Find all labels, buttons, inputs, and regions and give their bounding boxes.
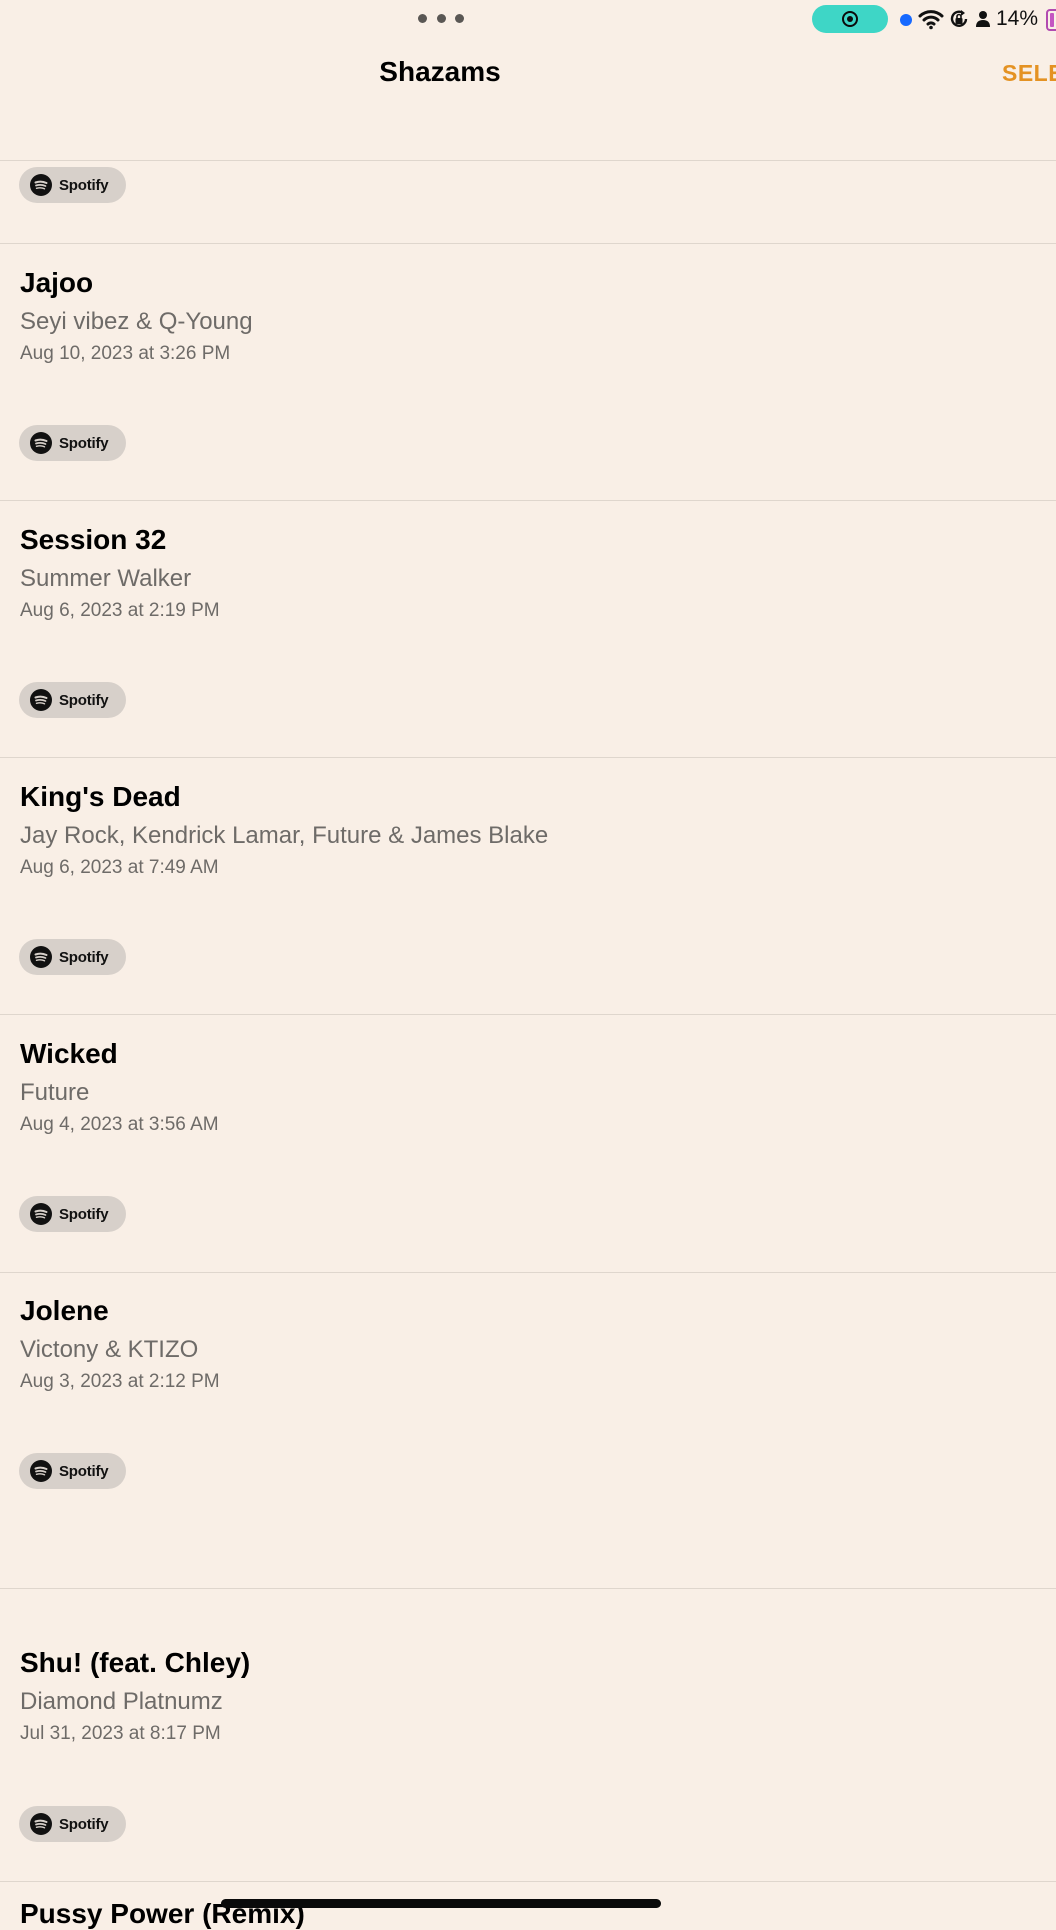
song-title[interactable]: Jajoo: [20, 267, 93, 299]
song-date: Aug 6, 2023 at 2:19 PM: [20, 600, 220, 621]
song-artist: Victony & KTIZO: [20, 1336, 199, 1363]
song-title[interactable]: Jolene: [20, 1295, 109, 1327]
divider: [0, 757, 1056, 758]
spotify-button[interactable]: Spotify: [19, 1453, 126, 1489]
spotify-icon: [30, 1203, 52, 1225]
wifi-icon: [918, 10, 944, 30]
select-button[interactable]: SELE: [1002, 60, 1056, 87]
camera-indicator-dot: [900, 14, 912, 26]
spotify-button[interactable]: Spotify: [19, 682, 126, 718]
song-date: Aug 3, 2023 at 2:12 PM: [20, 1371, 220, 1392]
battery-percent: 14%: [996, 7, 1039, 30]
song-title[interactable]: King's Dead: [20, 781, 181, 813]
spotify-icon: [30, 689, 52, 711]
spotify-label: Spotify: [59, 691, 109, 709]
song-date: Aug 10, 2023 at 3:26 PM: [20, 343, 231, 364]
spotify-icon: [30, 1460, 52, 1482]
song-date: Aug 4, 2023 at 3:56 AM: [20, 1114, 219, 1135]
spotify-button[interactable]: Spotify: [19, 939, 126, 975]
spotify-icon: [30, 174, 52, 196]
divider: [0, 500, 1056, 501]
divider: [0, 1588, 1056, 1589]
home-indicator[interactable]: [221, 1899, 661, 1908]
spotify-icon: [30, 946, 52, 968]
divider: [0, 1881, 1056, 1882]
spotify-label: Spotify: [59, 1205, 109, 1223]
orientation-lock-icon: [950, 10, 968, 27]
song-date: Aug 6, 2023 at 7:49 AM: [20, 857, 219, 878]
more-dots-icon[interactable]: [418, 12, 464, 24]
screen-record-icon[interactable]: [812, 5, 888, 33]
song-artist: Summer Walker: [20, 565, 192, 592]
divider: [0, 1014, 1056, 1015]
spotify-label: Spotify: [59, 1462, 109, 1480]
spotify-icon: [30, 432, 52, 454]
spotify-label: Spotify: [59, 176, 109, 194]
song-artist: Jay Rock, Kendrick Lamar, Future & James…: [20, 822, 549, 849]
divider: [0, 1272, 1056, 1273]
song-artist: Future: [20, 1079, 90, 1106]
song-artist: Diamond Platnumz: [20, 1688, 223, 1715]
spotify-icon: [30, 1813, 52, 1835]
song-date: Jul 31, 2023 at 8:17 PM: [20, 1723, 221, 1744]
divider: [0, 243, 1056, 244]
battery-icon: [1046, 9, 1056, 31]
spotify-button[interactable]: Spotify: [19, 167, 126, 203]
spotify-label: Spotify: [59, 1815, 109, 1833]
spotify-label: Spotify: [59, 434, 109, 452]
page-title: Shazams: [379, 56, 501, 87]
person-icon: [976, 11, 990, 27]
spotify-button[interactable]: Spotify: [19, 425, 126, 461]
divider: [0, 160, 1056, 161]
spotify-button[interactable]: Spotify: [19, 1806, 126, 1842]
song-title[interactable]: Shu! (feat. Chley): [20, 1647, 250, 1679]
song-artist: Seyi vibez & Q-Young: [20, 308, 253, 335]
song-title[interactable]: Session 32: [20, 524, 166, 556]
spotify-button[interactable]: Spotify: [19, 1196, 126, 1232]
song-title[interactable]: Wicked: [20, 1038, 118, 1070]
spotify-label: Spotify: [59, 948, 109, 966]
